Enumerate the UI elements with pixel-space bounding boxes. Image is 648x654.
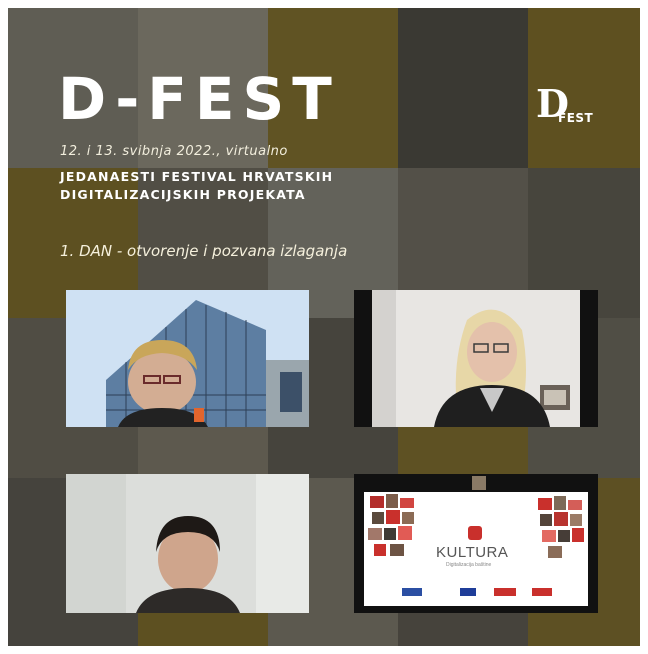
slide-tagline: Digitalizacija baštine bbox=[446, 562, 492, 568]
video-tile-screen-share: KULTURA Digitalizacija baštine bbox=[354, 474, 598, 613]
speaker-3-image bbox=[66, 474, 309, 613]
kultura-logo-icon bbox=[468, 526, 482, 540]
slide-image bbox=[398, 526, 412, 540]
slide-image bbox=[368, 528, 382, 540]
logo-word: FEST bbox=[558, 111, 594, 125]
video-tile-speaker-3 bbox=[66, 474, 309, 613]
video-tile-speaker-2 bbox=[354, 290, 598, 427]
slide-image bbox=[390, 544, 404, 556]
partner-logo bbox=[532, 588, 552, 596]
poster-title: D-FEST bbox=[58, 65, 340, 133]
slide-image bbox=[554, 512, 568, 526]
subtitle-line: DIGITALIZACIJSKIH PROJEKATA bbox=[60, 187, 306, 202]
slide-image bbox=[540, 514, 552, 526]
slide-image bbox=[572, 528, 584, 542]
partner-logo bbox=[494, 588, 516, 596]
speaker-2-frame bbox=[372, 290, 580, 427]
slide-image bbox=[400, 498, 414, 508]
slide-image bbox=[538, 498, 552, 510]
event-subtitle: JEDANAESTI FESTIVAL HRVATSKIH DIGITALIZA… bbox=[60, 168, 333, 204]
slide-image bbox=[570, 514, 582, 526]
slide-image bbox=[370, 496, 384, 508]
speaker-1-image bbox=[66, 290, 309, 427]
slide-image bbox=[568, 500, 582, 510]
subtitle-line: JEDANAESTI FESTIVAL HRVATSKIH bbox=[60, 169, 334, 184]
slide-image bbox=[386, 494, 398, 508]
event-date: 12. i 13. svibnja 2022., virtualno bbox=[60, 144, 288, 159]
slide-image bbox=[386, 510, 400, 524]
slide-image bbox=[558, 530, 570, 542]
slide-image bbox=[554, 496, 566, 510]
dfest-logo: D FEST bbox=[536, 84, 602, 130]
poster: D-FEST 12. i 13. svibnja 2022., virtualn… bbox=[8, 8, 640, 646]
speaker-2-image bbox=[372, 290, 580, 427]
slide-image bbox=[402, 512, 414, 524]
shared-slide: KULTURA Digitalizacija baštine bbox=[364, 492, 588, 606]
slide-image bbox=[542, 530, 556, 542]
slide-brand: KULTURA bbox=[436, 544, 509, 561]
presenter-thumbnail bbox=[472, 476, 486, 490]
day-label: 1. DAN - otvorenje i pozvana izlaganja bbox=[60, 242, 348, 260]
slide-image bbox=[374, 544, 386, 556]
eu-logo bbox=[402, 588, 422, 596]
eu-flag-icon bbox=[460, 588, 476, 596]
slide-image bbox=[384, 528, 396, 540]
slide-image bbox=[548, 546, 562, 558]
slide-image bbox=[372, 512, 384, 524]
video-tile-speaker-1 bbox=[66, 290, 309, 427]
